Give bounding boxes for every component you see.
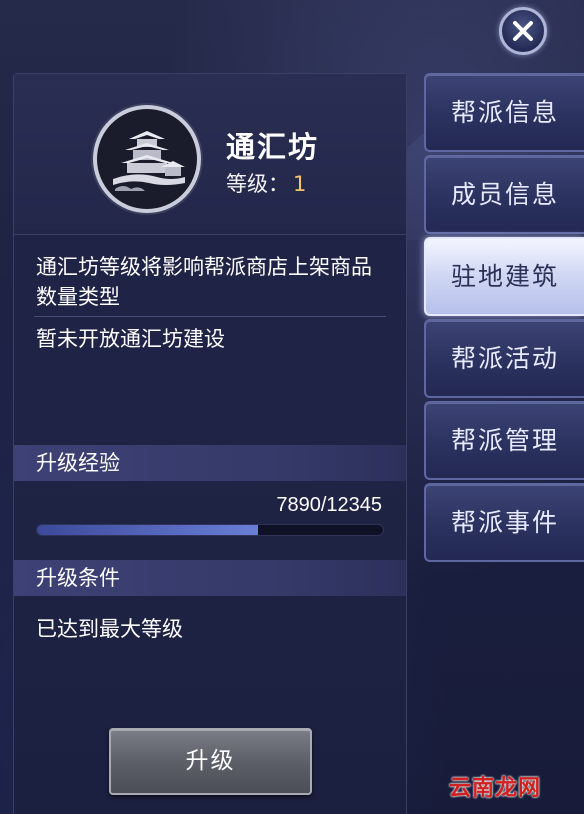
- experience-section-header: 升级经验: [14, 445, 406, 481]
- tab-guild-management[interactable]: 帮派管理: [424, 401, 584, 480]
- tab-buildings[interactable]: 驻地建筑: [424, 237, 584, 316]
- tab-member-info[interactable]: 成员信息: [424, 155, 584, 234]
- tab-guild-info[interactable]: 帮派信息: [424, 73, 584, 152]
- pavilion-emblem-icon: [113, 131, 185, 191]
- conditions-text: 已达到最大等级: [36, 617, 183, 641]
- experience-value: 7890/12345: [276, 494, 382, 516]
- building-header: 通汇坊 等级： 1: [14, 74, 406, 231]
- building-detail-panel: 通汇坊 等级： 1 通汇坊等级将影响帮派商店上架商品数量类型 暂未开放通汇坊建设 …: [13, 73, 407, 814]
- level-value: 1: [293, 172, 307, 196]
- watermark-text: 云南龙网: [449, 776, 542, 801]
- close-icon: [513, 21, 533, 41]
- tab-guild-activities[interactable]: 帮派活动: [424, 319, 584, 398]
- close-button[interactable]: [499, 7, 547, 55]
- upgrade-button[interactable]: 升级: [109, 728, 312, 795]
- tab-guild-events[interactable]: 帮派事件: [424, 483, 584, 562]
- level-label: 等级：: [226, 172, 289, 196]
- experience-progress-bar: [36, 524, 384, 536]
- building-emblem: [93, 105, 201, 213]
- building-description-box: 通汇坊等级将影响帮派商店上架商品数量类型 暂未开放通汇坊建设: [14, 234, 406, 442]
- building-description: 通汇坊等级将影响帮派商店上架商品数量类型: [36, 255, 372, 309]
- building-note: 暂未开放通汇坊建设: [36, 327, 225, 351]
- building-level: 等级： 1: [226, 168, 306, 198]
- experience-progress-fill: [37, 525, 259, 535]
- building-name: 通汇坊: [226, 130, 320, 164]
- conditions-section-header: 升级条件: [14, 560, 406, 596]
- description-divider: [34, 316, 386, 317]
